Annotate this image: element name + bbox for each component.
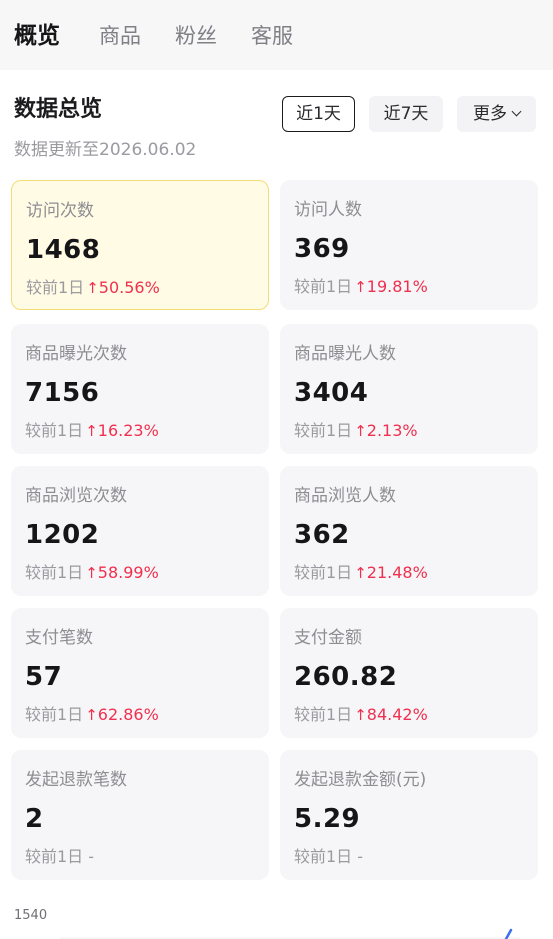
tab-overview[interactable]: 概览 [14, 20, 60, 52]
range-more-button[interactable]: 更多 [457, 96, 536, 132]
metric-label: 商品曝光人数 [294, 344, 396, 364]
metric-value: 1468 [26, 235, 101, 265]
metric-value: 2 [25, 804, 44, 834]
metric-value: 362 [294, 520, 350, 550]
compare-prefix: 较前1日 [25, 563, 84, 582]
metric-value: 5.29 [294, 804, 361, 834]
compare-prefix: 较前1日 [25, 421, 84, 440]
metric-delta-value: 21.48% [366, 563, 428, 582]
metric-card[interactable]: 商品曝光次数 7156 较前1日 ↑16.23% [11, 324, 269, 454]
arrow-up-icon: ↑ [86, 279, 99, 297]
arrow-up-icon: ↑ [354, 422, 367, 440]
compare-prefix: 较前1日 [294, 705, 353, 724]
metric-delta-value: 50.56% [98, 278, 160, 297]
metric-card[interactable]: 访问人数 369 较前1日 ↑19.81% [280, 180, 538, 310]
metric-compare: 较前1日 - [25, 846, 94, 868]
trend-chart: 1540 [0, 900, 553, 939]
compare-prefix: 较前1日 [294, 563, 353, 582]
metric-label: 商品浏览次数 [25, 486, 127, 506]
metric-delta: ↑84.42% [354, 705, 428, 724]
page: 概览 商品 粉丝 客服 数据总览 数据更新至2026.06.02 近1天 近7天… [0, 0, 553, 939]
metric-compare: 较前1日 - [294, 846, 363, 868]
metric-delta: ↑19.81% [354, 277, 428, 296]
chart-canvas [60, 928, 520, 939]
chevron-down-icon [511, 106, 522, 117]
metric-delta-value: 2.13% [366, 421, 418, 440]
metric-label: 商品浏览人数 [294, 486, 396, 506]
compare-prefix: 较前1日 - [294, 847, 364, 866]
metric-card[interactable]: 商品曝光人数 3404 较前1日 ↑2.13% [280, 324, 538, 454]
metric-label: 访问人数 [294, 200, 362, 220]
metric-compare: 较前1日 ↑84.42% [294, 704, 428, 726]
metric-delta-value: 19.81% [366, 277, 428, 296]
metric-delta-value: 62.86% [97, 705, 159, 724]
metric-value: 369 [294, 234, 350, 264]
metric-label: 发起退款金额(元) [294, 770, 427, 790]
metric-delta: ↑50.56% [86, 278, 160, 297]
metric-card[interactable]: 支付笔数 57 较前1日 ↑62.86% [11, 608, 269, 738]
arrow-up-icon: ↑ [354, 564, 367, 582]
update-time-text: 数据更新至2026.06.02 [14, 140, 197, 160]
arrow-up-icon: ↑ [85, 564, 98, 582]
metric-label: 支付笔数 [25, 628, 93, 648]
metric-value: 260.82 [294, 662, 398, 692]
section-title: 数据总览 [14, 97, 103, 122]
top-nav: 概览 商品 粉丝 客服 [0, 0, 553, 70]
metric-label: 访问次数 [26, 201, 94, 221]
metric-compare: 较前1日 ↑62.86% [25, 704, 159, 726]
metric-value: 7156 [25, 378, 100, 408]
metric-compare: 较前1日 ↑50.56% [26, 277, 160, 299]
metric-card[interactable]: 访问次数 1468 较前1日 ↑50.56% [11, 180, 269, 310]
range-more-label: 更多 [473, 104, 507, 124]
tab-fans[interactable]: 粉丝 [175, 20, 217, 52]
metric-delta: ↑21.48% [354, 563, 428, 582]
compare-prefix: 较前1日 [294, 421, 353, 440]
metric-delta-value: 84.42% [366, 705, 428, 724]
tab-customer-service[interactable]: 客服 [251, 20, 293, 52]
arrow-up-icon: ↑ [85, 422, 98, 440]
metric-card[interactable]: 发起退款金额(元) 5.29 较前1日 - [280, 750, 538, 880]
metric-card[interactable]: 发起退款笔数 2 较前1日 - [11, 750, 269, 880]
metric-compare: 较前1日 ↑16.23% [25, 420, 159, 442]
metric-delta: ↑58.99% [85, 563, 159, 582]
metric-value: 57 [25, 662, 63, 692]
metric-label: 商品曝光次数 [25, 344, 127, 364]
overview-panel: 数据总览 数据更新至2026.06.02 近1天 近7天 更多 访问次数 1468… [0, 70, 553, 939]
metric-value: 3404 [294, 378, 369, 408]
compare-prefix: 较前1日 [25, 705, 84, 724]
metric-card[interactable]: 商品浏览人数 362 较前1日 ↑21.48% [280, 466, 538, 596]
metric-label: 发起退款笔数 [25, 770, 127, 790]
metric-compare: 较前1日 ↑19.81% [294, 276, 428, 298]
metric-delta-value: 16.23% [97, 421, 159, 440]
range-1-day-button[interactable]: 近1天 [282, 96, 355, 132]
metric-delta: ↑2.13% [354, 421, 417, 440]
metric-compare: 较前1日 ↑58.99% [25, 562, 159, 584]
arrow-up-icon: ↑ [354, 278, 367, 296]
range-7-day-button[interactable]: 近7天 [369, 96, 443, 132]
compare-prefix: 较前1日 [294, 277, 353, 296]
tab-products[interactable]: 商品 [99, 20, 141, 52]
metric-delta: ↑62.86% [85, 705, 159, 724]
compare-prefix: 较前1日 [26, 278, 85, 297]
compare-prefix: 较前1日 - [25, 847, 95, 866]
metric-value: 1202 [25, 520, 100, 550]
metric-card[interactable]: 商品浏览次数 1202 较前1日 ↑58.99% [11, 466, 269, 596]
metric-delta: ↑16.23% [85, 421, 159, 440]
metric-compare: 较前1日 ↑2.13% [294, 420, 418, 442]
arrow-up-icon: ↑ [85, 706, 98, 724]
metric-card[interactable]: 支付金额 260.82 较前1日 ↑84.42% [280, 608, 538, 738]
metric-compare: 较前1日 ↑21.48% [294, 562, 428, 584]
arrow-up-icon: ↑ [354, 706, 367, 724]
metric-label: 支付金额 [294, 628, 362, 648]
metric-delta-value: 58.99% [97, 563, 159, 582]
